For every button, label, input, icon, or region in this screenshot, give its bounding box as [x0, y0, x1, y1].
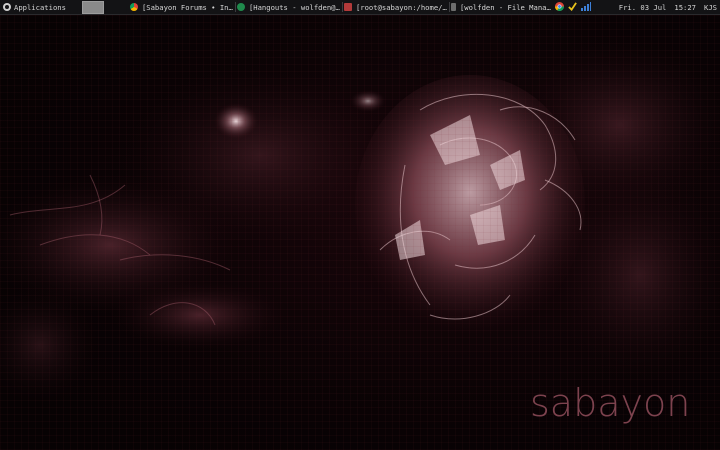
terminal-icon — [343, 3, 352, 11]
taskbar-item-label: [Hangouts - wolfden@… — [248, 2, 340, 12]
chrome-icon — [129, 3, 138, 11]
applications-menu[interactable]: Applications — [0, 0, 69, 14]
taskbar-separator — [448, 2, 450, 12]
applications-label: Applications — [14, 2, 66, 12]
hangouts-icon — [236, 3, 245, 11]
network-signal-icon[interactable] — [580, 1, 591, 13]
taskbar-item-terminal[interactable]: [root@sabayon:/home/… — [343, 0, 448, 14]
taskbar-separator — [234, 2, 236, 12]
taskbar-item-label: [root@sabayon:/home/… — [355, 2, 447, 12]
check-tray-icon[interactable] — [568, 1, 577, 13]
taskbar-item-label: [wolfden - File Mana… — [459, 2, 551, 12]
sabayon-wordmark: sabayon — [530, 381, 691, 425]
taskbar-item-label: [Sabayon Forums • In… — [141, 2, 233, 12]
clock-time: 15:27 — [674, 2, 697, 12]
keyboard-user-indicator: KJS — [704, 2, 717, 12]
top-panel: Applications [Sabayon Forums • In… [Hang… — [0, 0, 720, 15]
taskbar-item-hangouts[interactable]: [Hangouts - wolfden@… — [236, 0, 341, 14]
file-manager-icon — [450, 3, 456, 11]
sabayon-logo-icon — [3, 3, 11, 11]
workspace-switcher[interactable] — [81, 0, 104, 14]
system-tray — [554, 1, 595, 13]
clock[interactable]: Fri. 03 Jul 15:27 KJS — [611, 0, 717, 14]
clock-date: Fri. 03 Jul — [618, 2, 667, 12]
taskbar-item-sabayon-forums[interactable]: [Sabayon Forums • In… — [129, 0, 234, 14]
chrome-tray-icon[interactable] — [554, 1, 564, 13]
desktop-wallpaper: sabayon — [0, 15, 720, 450]
taskbar-separator — [341, 2, 343, 12]
taskbar-item-file-manager[interactable]: [wolfden - File Mana… — [450, 0, 553, 14]
